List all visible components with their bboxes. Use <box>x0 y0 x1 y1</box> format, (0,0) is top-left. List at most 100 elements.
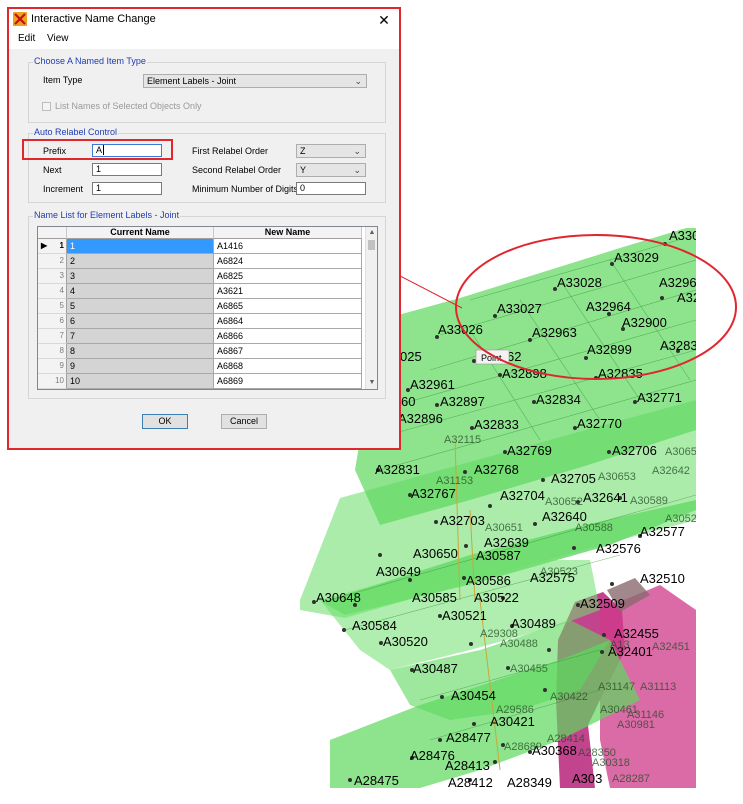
current-name-cell[interactable]: 10 <box>67 374 214 389</box>
new-name-cell[interactable]: A6865 <box>214 299 362 314</box>
row-header[interactable]: 5 <box>38 299 67 314</box>
joint-label: A30587 <box>476 548 521 563</box>
table-row[interactable]: 7 7 A6866 <box>38 329 362 344</box>
menu-edit[interactable]: Edit <box>18 33 35 44</box>
prefix-label: Prefix <box>43 146 67 156</box>
row-header[interactable]: 4 <box>38 284 67 299</box>
column-header-new-name[interactable]: New Name <box>214 227 362 239</box>
new-name-cell[interactable]: A6864 <box>214 314 362 329</box>
row-index: 8 <box>59 346 64 355</box>
chevron-down-icon: ⌄ <box>353 165 361 175</box>
menu-view[interactable]: View <box>47 33 69 44</box>
new-name-cell[interactable]: A6869 <box>214 374 362 389</box>
new-name-cell[interactable]: A6867 <box>214 344 362 359</box>
joint-label: A30653 <box>598 471 636 483</box>
vertical-scrollbar[interactable]: ▲ ▼ <box>365 227 377 389</box>
current-name-cell[interactable]: 6 <box>67 314 214 329</box>
current-name-cell[interactable]: 2 <box>67 254 214 269</box>
current-name-cell[interactable]: 8 <box>67 344 214 359</box>
joint-label: A303 <box>572 771 602 786</box>
table-row[interactable]: 6 6 A6864 <box>38 314 362 329</box>
new-name-cell[interactable]: A3621 <box>214 284 362 299</box>
current-name-cell[interactable]: 4 <box>67 284 214 299</box>
table-row[interactable]: 2 2 A6824 <box>38 254 362 269</box>
joint-label: A30650 <box>413 546 458 561</box>
row-index: 5 <box>59 301 64 310</box>
interactive-name-change-dialog[interactable]: Interactive Name Change ✕ Edit View Choo… <box>7 7 401 450</box>
scroll-up-icon[interactable]: ▲ <box>366 227 377 239</box>
min-digits-value: 0 <box>300 183 306 193</box>
increment-label: Increment <box>43 184 84 194</box>
table-row[interactable]: 10 10 A6869 <box>38 374 362 389</box>
name-list-grid[interactable]: Current Name New Name ▶ 1 1 A1416 2 2 A68… <box>37 226 378 390</box>
row-header[interactable]: 2 <box>38 254 67 269</box>
current-name-cell[interactable]: 1 <box>67 239 214 254</box>
min-digits-input[interactable]: 0 <box>296 182 366 195</box>
joint-label: A13 <box>610 639 630 651</box>
row-header[interactable]: 9 <box>38 359 67 374</box>
selected-only-label: List Names of Selected Objects Only <box>55 101 202 111</box>
joint-label: A32767 <box>411 486 456 501</box>
row-index: 1 <box>59 241 64 250</box>
row-header[interactable]: 3 <box>38 269 67 284</box>
joint-label: A30584 <box>352 618 397 633</box>
new-name-cell[interactable]: A6824 <box>214 254 362 269</box>
row-index: 3 <box>59 271 64 280</box>
joint-label: A32576 <box>596 541 641 556</box>
current-name-cell[interactable]: 3 <box>67 269 214 284</box>
row-header[interactable]: 10 <box>38 374 67 389</box>
scroll-thumb[interactable] <box>368 240 375 250</box>
joint-label: A32961 <box>410 377 455 392</box>
table-row[interactable]: 9 9 A6868 <box>38 359 362 374</box>
table-row[interactable]: 5 5 A6865 <box>38 299 362 314</box>
joint-label: 025 <box>400 349 422 364</box>
joint-label: A30652 <box>545 496 583 508</box>
chevron-down-icon: ⌄ <box>353 146 361 156</box>
table-row[interactable]: 8 8 A6867 <box>38 344 362 359</box>
joint-label: A32641 <box>583 490 628 505</box>
close-icon[interactable]: ✕ <box>369 9 399 31</box>
increment-input[interactable]: 1 <box>92 182 162 195</box>
current-name-cell[interactable]: 7 <box>67 329 214 344</box>
new-name-cell[interactable]: A1416 <box>214 239 362 254</box>
increment-value: 1 <box>96 183 102 193</box>
current-name-cell[interactable]: 9 <box>67 359 214 374</box>
new-name-cell[interactable]: A6825 <box>214 269 362 284</box>
next-input[interactable]: 1 <box>92 163 162 176</box>
ok-button[interactable]: OK <box>142 414 188 429</box>
joint-label: 60 <box>401 394 415 409</box>
chevron-down-icon: ⌄ <box>354 76 362 86</box>
item-type-select[interactable]: Element Labels - Joint ⌄ <box>143 74 367 88</box>
scroll-down-icon[interactable]: ▼ <box>366 377 377 389</box>
joint-label: A330 <box>669 228 699 243</box>
joint-label: A32770 <box>577 416 622 431</box>
joint-label: A28475 <box>354 773 399 788</box>
new-name-cell[interactable]: A6866 <box>214 329 362 344</box>
joint-label: A32896 <box>398 411 443 426</box>
table-row[interactable]: 3 3 A6825 <box>38 269 362 284</box>
row-header[interactable]: 6 <box>38 314 67 329</box>
new-name-cell[interactable]: A6868 <box>214 359 362 374</box>
row-header[interactable]: 8 <box>38 344 67 359</box>
row-index: 9 <box>59 361 64 370</box>
row-header[interactable]: 7 <box>38 329 67 344</box>
prefix-input[interactable]: A <box>92 144 162 157</box>
first-relabel-order-select[interactable]: Z ⌄ <box>296 144 366 158</box>
row-header[interactable]: ▶ 1 <box>38 239 67 254</box>
joint-label: A32705 <box>551 471 596 486</box>
joint-label: A32451 <box>652 641 690 653</box>
joint-label: A32899 <box>587 342 632 357</box>
joint-label: A30318 <box>592 757 630 769</box>
joint-label: A31147 <box>598 681 635 693</box>
column-header-current-name[interactable]: Current Name <box>67 227 214 239</box>
second-relabel-order-label: Second Relabel Order <box>192 165 282 175</box>
current-name-cell[interactable]: 5 <box>67 299 214 314</box>
selected-only-checkbox[interactable] <box>42 102 51 111</box>
prefix-value: A <box>96 145 103 155</box>
cancel-button[interactable]: Cancel <box>221 414 267 429</box>
second-relabel-order-select[interactable]: Y ⌄ <box>296 163 366 177</box>
table-row[interactable]: 4 4 A3621 <box>38 284 362 299</box>
title-bar[interactable]: Interactive Name Change ✕ <box>9 9 399 31</box>
table-row[interactable]: ▶ 1 1 A1416 <box>38 239 362 254</box>
named-item-group: Choose A Named Item Type Item Type Eleme… <box>28 56 386 123</box>
